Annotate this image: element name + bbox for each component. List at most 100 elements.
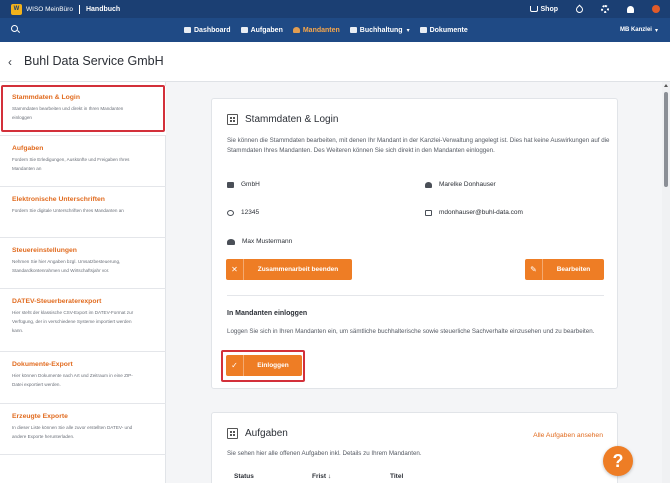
nav-label: Aufgaben bbox=[250, 26, 283, 34]
card-intro: Sie können die Stammdaten bearbeiten, mi… bbox=[227, 137, 610, 154]
sidebar-item-erzeugte-exporte[interactable]: Erzeugte Exporte In dieser Liste können … bbox=[0, 405, 166, 455]
sidebar-item-desc: Nehmen Sie hier Angaben bzgl. Umsatzbest… bbox=[12, 259, 121, 273]
email-field: mdonhauser@buhl-data.com bbox=[425, 209, 523, 216]
all-tasks-link[interactable]: Alle Aufgaben ansehen bbox=[533, 432, 603, 439]
id-icon bbox=[227, 209, 234, 216]
sidebar-item-unterschriften[interactable]: Elektronische Unterschriften Fordern Sie… bbox=[0, 188, 166, 238]
building-icon bbox=[227, 181, 234, 188]
avatar-icon[interactable] bbox=[652, 5, 660, 13]
number-field: 12345 bbox=[227, 209, 259, 216]
sidebar-item-desc: Fordern Sie Erledigungen, Auskünfte und … bbox=[12, 157, 130, 171]
sidebar-item-desc: In dieser Liste können Sie alle zuvor er… bbox=[12, 425, 133, 439]
button-label: Zusammenarbeit beenden bbox=[257, 266, 339, 273]
nav-label: Buchhaltung bbox=[359, 26, 403, 34]
page-title: Buhl Data Service GmbH bbox=[24, 54, 164, 68]
nav-dashboard[interactable]: Dashboard bbox=[184, 27, 231, 34]
sidebar-item-label: Aufgaben bbox=[12, 145, 44, 152]
nav-buchhaltung[interactable]: Buchhaltung ▾ bbox=[349, 26, 410, 34]
nav-mandanten[interactable]: Mandanten bbox=[292, 26, 340, 34]
building-icon bbox=[227, 114, 238, 125]
sidebar-item-label: Elektronische Unterschriften bbox=[12, 196, 105, 203]
help-button[interactable]: ? bbox=[603, 446, 633, 476]
button-label: Bearbeiten bbox=[556, 266, 591, 273]
dashboard-icon bbox=[184, 27, 191, 33]
question-icon: ? bbox=[612, 450, 624, 471]
chevron-down-icon: ▾ bbox=[654, 27, 658, 34]
highlight-box bbox=[221, 350, 305, 382]
cart-icon bbox=[529, 6, 538, 12]
sidebar-item-steuereinstellungen[interactable]: Steuereinstellungen Nehmen Sie hier Anga… bbox=[0, 239, 166, 289]
email-value: mdonhauser@buhl-data.com bbox=[439, 209, 523, 216]
login-description: Loggen Sie sich in Ihren Mandanten ein, … bbox=[227, 328, 595, 335]
tasks-icon bbox=[227, 428, 238, 439]
nav-dokumente[interactable]: Dokumente bbox=[419, 26, 468, 34]
top-bar: W WISO MeinBüro Handbuch Shop bbox=[0, 0, 670, 18]
shop-label: Shop bbox=[540, 5, 559, 13]
mail-icon bbox=[425, 209, 432, 216]
nav-label: Mandanten bbox=[302, 26, 340, 34]
sidebar-item-label: Erzeugte Exporte bbox=[12, 413, 68, 420]
page-header: ‹ Buhl Data Service GmbH bbox=[0, 42, 670, 82]
edit-button[interactable]: ✎ Bearbeiten bbox=[525, 259, 604, 280]
bell-icon[interactable] bbox=[627, 5, 634, 13]
company-value: GmbH bbox=[241, 181, 260, 188]
handbook-label: Handbuch bbox=[85, 5, 121, 13]
divider bbox=[78, 4, 80, 14]
scrollbar-thumb[interactable] bbox=[664, 92, 668, 187]
sidebar-item-datev-export[interactable]: DATEV-Steuerberaterexport Hier steht der… bbox=[0, 290, 166, 352]
brand-name: WISO MeinBüro bbox=[26, 5, 73, 13]
person-icon bbox=[425, 181, 432, 188]
aufgaben-card: Aufgaben Alle Aufgaben ansehen Sie sehen… bbox=[211, 412, 618, 483]
document-icon bbox=[419, 27, 427, 33]
search-icon[interactable] bbox=[11, 25, 18, 32]
divider bbox=[227, 295, 604, 296]
card-title: Aufgaben bbox=[245, 428, 288, 439]
person-icon bbox=[292, 27, 300, 33]
pencil-icon: ✎ bbox=[525, 259, 543, 280]
highlight-box bbox=[1, 85, 165, 132]
sidebar-item-desc: Hier steht der klassische CSV-Export im … bbox=[12, 310, 134, 333]
nav-label: Dokumente bbox=[429, 26, 468, 34]
sidebar-item-label: Dokumente-Export bbox=[12, 361, 73, 368]
kanzlei-selector[interactable]: MB Kanzlei ▾ bbox=[620, 18, 658, 42]
column-status[interactable]: Status bbox=[234, 473, 312, 480]
company-field: GmbH bbox=[227, 181, 260, 188]
rocket-icon[interactable] bbox=[574, 4, 585, 14]
number-value: 12345 bbox=[241, 209, 260, 216]
kanzlei-label: MB Kanzlei bbox=[619, 27, 652, 33]
sidebar-item-desc: Fordern Sie digitale Unterschriften Ihre… bbox=[12, 208, 124, 213]
contact-field: Marelke Donhauser bbox=[425, 181, 496, 188]
sidebar-item-label: Steuereinstellungen bbox=[12, 247, 77, 254]
column-frist[interactable]: Frist ↓ bbox=[312, 473, 390, 480]
advisor-value: Max Mustermann bbox=[242, 238, 293, 245]
sidebar-item-dokumente-export[interactable]: Dokumente-Export Hier können Dokumente n… bbox=[0, 353, 166, 404]
stammdaten-card: Stammdaten & Login Sie können die Stammd… bbox=[211, 98, 618, 389]
close-icon: ✕ bbox=[226, 259, 244, 280]
shop-link[interactable]: Shop bbox=[529, 5, 559, 13]
sidebar: Stammdaten & Login Stammdaten bearbeiten… bbox=[0, 82, 166, 483]
users-icon bbox=[227, 238, 235, 245]
scrollbar[interactable] bbox=[662, 82, 670, 483]
ledger-icon bbox=[349, 27, 357, 33]
card-title: Stammdaten & Login bbox=[245, 114, 339, 125]
sidebar-item-label: DATEV-Steuerberaterexport bbox=[12, 298, 102, 305]
wiso-logo-icon: W bbox=[11, 3, 22, 15]
back-arrow-icon[interactable]: ‹ bbox=[8, 55, 12, 69]
contact-value: Marelke Donhauser bbox=[439, 181, 496, 188]
main-navigation: Dashboard Aufgaben Mandanten Buchhaltung… bbox=[0, 18, 670, 42]
login-heading: In Mandanten einloggen bbox=[227, 310, 308, 317]
sidebar-item-desc: Hier können Dokumente nach Art und Zeitr… bbox=[12, 373, 133, 387]
handbook-link[interactable]: Handbuch bbox=[86, 6, 120, 13]
sidebar-item-aufgaben[interactable]: Aufgaben Fordern Sie Erledigungen, Auskü… bbox=[0, 137, 166, 187]
card-intro: Sie sehen hier alle offenen Aufgaben ink… bbox=[227, 450, 422, 457]
tasks-icon bbox=[240, 27, 248, 33]
gear-icon[interactable] bbox=[601, 5, 609, 13]
advisor-field: Max Mustermann bbox=[227, 238, 292, 245]
chevron-down-icon: ▾ bbox=[406, 27, 410, 34]
end-collaboration-button[interactable]: ✕ Zusammenarbeit beenden bbox=[226, 259, 352, 280]
table-header: Status Frist ↓ Titel bbox=[234, 473, 403, 480]
scroll-up-icon[interactable] bbox=[664, 84, 668, 87]
column-titel[interactable]: Titel bbox=[390, 473, 403, 480]
nav-aufgaben[interactable]: Aufgaben bbox=[240, 26, 283, 34]
nav-label: Dashboard bbox=[194, 26, 231, 34]
